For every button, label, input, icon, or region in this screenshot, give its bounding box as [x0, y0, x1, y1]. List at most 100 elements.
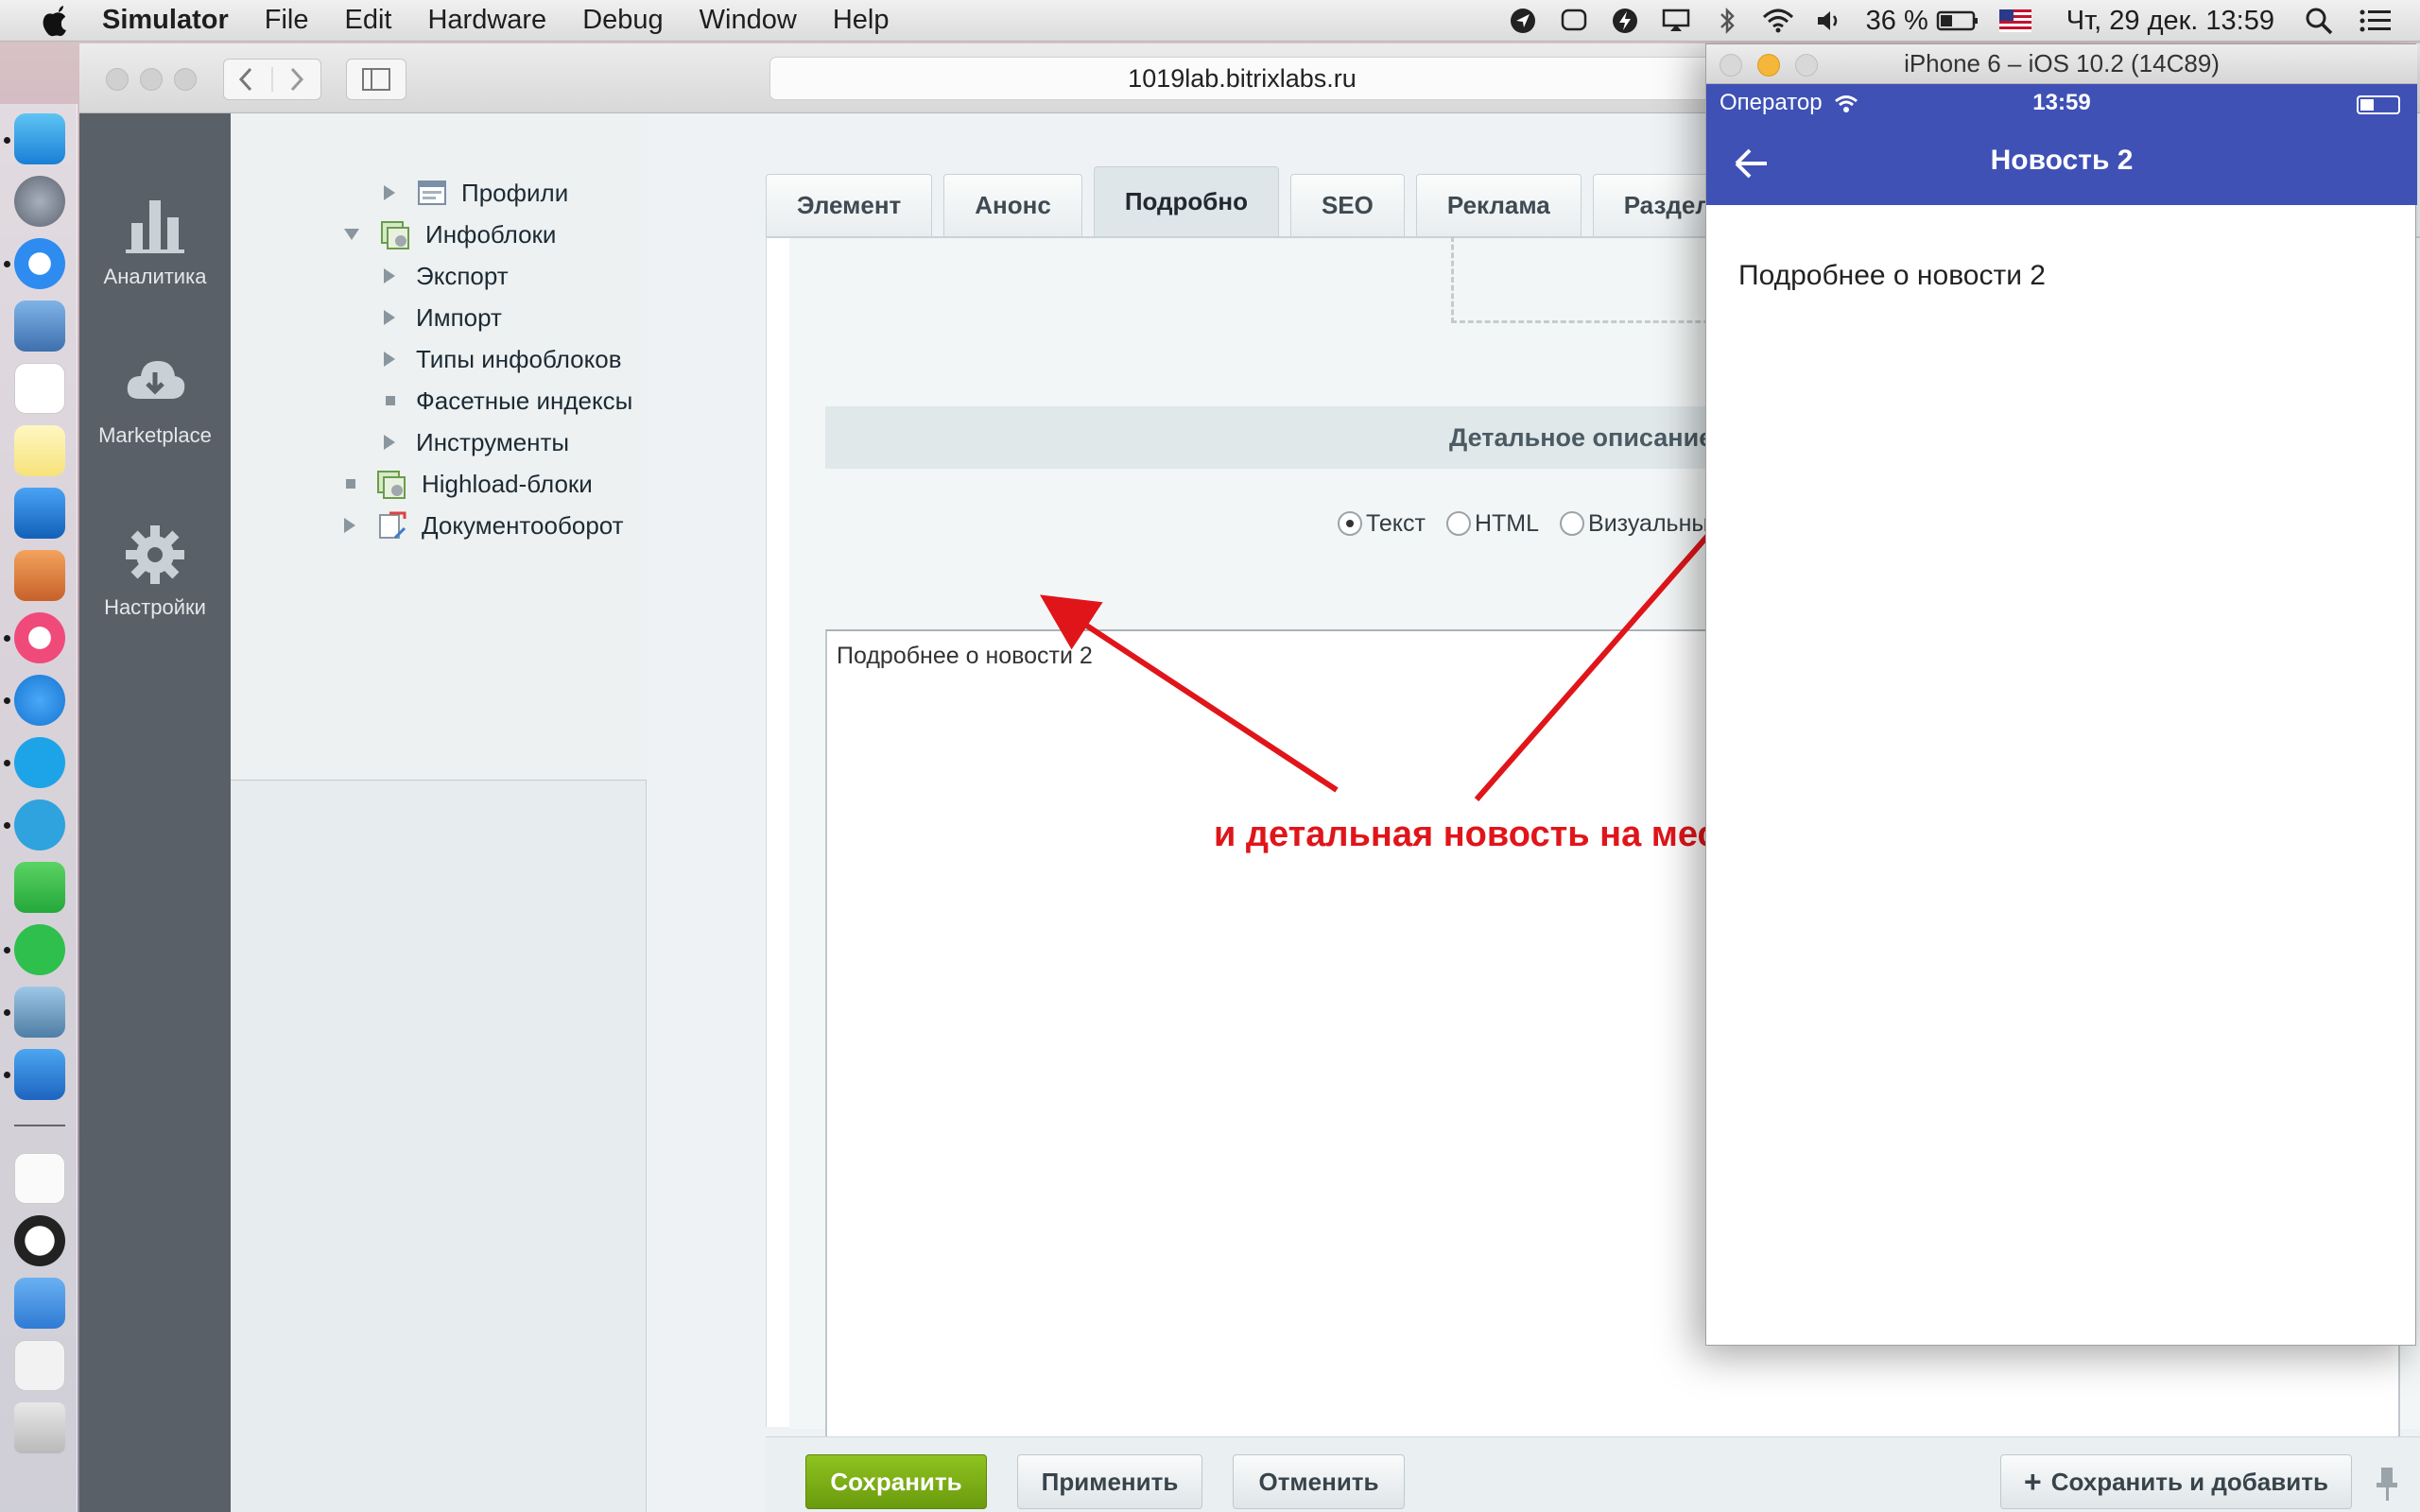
close-window-button[interactable]	[106, 68, 129, 91]
radio-text-label[interactable]: Текст	[1366, 510, 1426, 538]
url-bar[interactable]: 1019lab.bitrixlabs.ru	[769, 57, 1715, 100]
bluetooth-icon[interactable]	[1711, 5, 1743, 37]
panel-item-settings[interactable]: Настройки	[79, 522, 231, 620]
radio-html[interactable]	[1445, 511, 1471, 536]
whatsapp-icon[interactable]	[14, 924, 65, 975]
annotation-caption: и детальная новость на месте	[1214, 815, 1755, 854]
skype-icon[interactable]	[14, 737, 65, 788]
expand-arrow-icon[interactable]	[344, 518, 355, 533]
cancel-button[interactable]: Отменить	[1233, 1454, 1405, 1509]
notification-center-icon[interactable]	[2360, 5, 2392, 37]
tree-item-label: Типы инфоблоков	[416, 344, 622, 373]
messages-icon[interactable]	[14, 675, 65, 726]
app-store-icon[interactable]	[14, 1278, 65, 1329]
simulator-icon[interactable]	[14, 1049, 65, 1100]
running-indicator	[4, 822, 10, 829]
back-forward-buttons[interactable]	[223, 59, 321, 100]
chevron-left-right-icon	[238, 67, 304, 92]
volume-icon[interactable]	[1813, 5, 1845, 37]
leaf-bullet-icon	[386, 396, 395, 405]
calculator-icon[interactable]	[14, 550, 65, 601]
menu-app-name[interactable]: Simulator	[102, 5, 229, 36]
tree-item-facet-indexes[interactable]: Фасетные индексы	[384, 382, 632, 420]
itunes-icon[interactable]	[14, 612, 65, 663]
apple-logo-icon[interactable]	[36, 4, 70, 38]
us-flag-icon[interactable]	[1998, 5, 2032, 37]
pin-icon[interactable]	[2373, 1466, 2401, 1503]
url-text: 1019lab.bitrixlabs.ru	[1128, 63, 1357, 93]
button-label: Отменить	[1258, 1467, 1379, 1496]
expand-arrow-icon[interactable]	[384, 185, 395, 200]
button-label: Сохранить и добавить	[2050, 1467, 2328, 1496]
radio-html-label[interactable]: HTML	[1475, 510, 1539, 538]
expand-arrow-icon[interactable]	[384, 310, 395, 325]
tree-item-infoblock-types[interactable]: Типы инфоблоков	[384, 340, 622, 378]
tree-item-highload[interactable]: Highload-блоки	[344, 465, 593, 503]
tab-announce[interactable]: Анонс	[943, 174, 1082, 236]
sim-zoom-button[interactable]	[1795, 54, 1818, 77]
calendar-icon[interactable]	[14, 363, 65, 414]
running-indicator	[4, 261, 10, 267]
finder-icon[interactable]	[14, 113, 65, 164]
apply-button[interactable]: Применить	[1017, 1454, 1202, 1509]
tab-detail[interactable]: Подробно	[1093, 166, 1279, 236]
menu-window[interactable]: Window	[700, 5, 797, 36]
menu-debug[interactable]: Debug	[582, 5, 663, 36]
radio-text[interactable]	[1338, 511, 1362, 536]
tab-seo[interactable]: SEO	[1289, 174, 1405, 236]
image-viewer-icon[interactable]	[14, 987, 65, 1038]
wifi-status-icon[interactable]	[1762, 5, 1794, 37]
sidebar-toggle-button[interactable]	[346, 59, 406, 100]
minimize-window-button[interactable]	[140, 68, 163, 91]
menu-file[interactable]: File	[265, 5, 309, 36]
xcode-icon[interactable]	[14, 488, 65, 539]
tree-item-export[interactable]: Экспорт	[384, 257, 509, 295]
tree-item-tools[interactable]: Инструменты	[384, 423, 569, 461]
screenshot-icon[interactable]	[14, 1340, 65, 1391]
zoom-window-button[interactable]	[174, 68, 197, 91]
location-icon[interactable]	[1507, 5, 1539, 37]
tree-item-profiles[interactable]: Профили	[384, 174, 568, 212]
document-icon[interactable]	[14, 1153, 65, 1204]
notes-icon[interactable]	[14, 425, 65, 476]
telegram-icon[interactable]	[14, 799, 65, 850]
menu-help[interactable]: Help	[833, 5, 890, 36]
panel-item-marketplace[interactable]: Marketplace	[79, 350, 231, 448]
tab-label: Анонс	[975, 191, 1051, 219]
tab-label: Подробно	[1124, 187, 1248, 215]
jetbrains-icon[interactable]	[14, 1215, 65, 1266]
tree-item-import[interactable]: Импорт	[384, 299, 502, 336]
expand-arrow-icon[interactable]	[384, 435, 395, 450]
sim-close-button[interactable]	[1720, 54, 1742, 77]
speech-bubble-icon[interactable]	[1558, 5, 1590, 37]
save-and-add-button[interactable]: + Сохранить и добавить	[2000, 1454, 2352, 1509]
running-indicator	[4, 1009, 10, 1016]
collapse-arrow-icon[interactable]	[344, 229, 359, 240]
panel-item-analytics[interactable]: Аналитика	[79, 191, 231, 289]
spotlight-search-icon[interactable]	[2303, 5, 2335, 37]
preview-icon[interactable]	[14, 301, 65, 352]
facetime-icon[interactable]	[14, 862, 65, 913]
ios-clock: 13:59	[2032, 90, 2091, 115]
bolt-icon[interactable]	[1609, 5, 1641, 37]
display-icon[interactable]	[1660, 5, 1692, 37]
expand-arrow-icon[interactable]	[384, 268, 395, 284]
launchpad-icon[interactable]	[14, 176, 65, 227]
save-button[interactable]: Сохранить	[805, 1454, 987, 1509]
tab-element[interactable]: Элемент	[766, 174, 933, 236]
tab-ads[interactable]: Реклама	[1415, 174, 1582, 236]
sim-minimize-button[interactable]	[1757, 54, 1780, 77]
battery-status-icon[interactable]	[1936, 5, 1979, 37]
running-indicator	[4, 635, 10, 642]
simulator-window: iPhone 6 – iOS 10.2 (14C89) Оператор 13:…	[1705, 43, 2417, 1346]
tree-item-document-flow[interactable]: Документооборот	[344, 507, 624, 544]
radio-visual[interactable]	[1560, 511, 1585, 536]
trash-icon[interactable]	[14, 1402, 65, 1453]
battery-percent: 36 %	[1865, 5, 1928, 36]
clock-text[interactable]: Чт, 29 дек. 13:59	[2066, 6, 2274, 37]
menu-edit[interactable]: Edit	[344, 5, 391, 36]
safari-icon[interactable]	[14, 238, 65, 289]
tree-item-infoblocks[interactable]: Инфоблоки	[344, 215, 556, 253]
menu-hardware[interactable]: Hardware	[427, 5, 546, 36]
expand-arrow-icon[interactable]	[384, 352, 395, 367]
